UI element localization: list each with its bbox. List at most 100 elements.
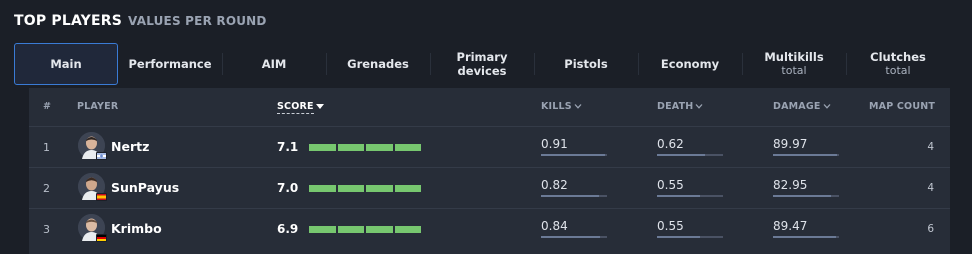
rank-value: 3 [43, 223, 50, 236]
table-header: # PLAYER SCORE KILLS DEATH DAMAGE MAP CO… [29, 88, 950, 126]
score-bar [309, 226, 421, 233]
tab-performance[interactable]: Performance [118, 43, 222, 85]
death-bar-fill [657, 195, 700, 197]
score-bar-segment [337, 185, 364, 192]
score-bar-segment [366, 185, 393, 192]
death-bar [657, 236, 723, 238]
death-value: 0.55 [657, 219, 684, 233]
damage-value: 89.97 [773, 137, 808, 151]
tab-label: Clutches [870, 50, 926, 64]
kills-value: 0.91 [541, 137, 568, 151]
score-bar [309, 185, 421, 192]
section-header: TOP PLAYERS VALUES PER ROUND [14, 13, 267, 29]
death-cell: 0.62 [657, 137, 723, 156]
damage-value: 89.47 [773, 219, 808, 233]
score-value: 7.0 [277, 181, 299, 195]
tab-clutches[interactable]: Clutches total [846, 43, 950, 85]
tab-multikills[interactable]: Multikills total [742, 43, 846, 85]
tab-main[interactable]: Main [14, 43, 118, 85]
kills-value: 0.84 [541, 219, 568, 233]
damage-bar [773, 154, 839, 156]
table-row[interactable]: 3 Krimbo 6.9 0.84 0.55 89.47 6 [29, 208, 950, 249]
tab-economy[interactable]: Economy [638, 43, 742, 85]
column-damage-label: DAMAGE [773, 101, 821, 112]
column-player: PLAYER [77, 101, 119, 112]
kills-cell: 0.84 [541, 219, 607, 238]
page-subtitle: VALUES PER ROUND [128, 14, 267, 28]
kills-bar [541, 236, 607, 238]
tab-sublabel: total [885, 64, 911, 77]
tab-pistols[interactable]: Pistols [534, 43, 638, 85]
rank-value: 2 [43, 182, 50, 195]
death-cell: 0.55 [657, 178, 723, 197]
column-map-count: MAP COUNT [869, 101, 936, 112]
player-name[interactable]: Krimbo [111, 221, 162, 236]
score-value: 6.9 [277, 222, 299, 236]
damage-cell: 82.95 [773, 178, 839, 197]
score-bar-segment [366, 226, 393, 233]
table-row[interactable]: 2 SunPayus 7.0 0.82 0.55 82.95 4 [29, 167, 950, 208]
death-bar [657, 154, 723, 156]
chevron-down-icon [695, 104, 703, 109]
chevron-down-icon [823, 104, 831, 109]
rank-value: 1 [43, 141, 50, 154]
score-bar-segment [309, 144, 336, 151]
sort-desc-icon [315, 104, 324, 109]
tab-label: Multikills [764, 50, 824, 64]
players-table: # PLAYER SCORE KILLS DEATH DAMAGE MAP CO… [29, 88, 950, 254]
kills-bar [541, 154, 607, 156]
tab-sublabel: total [781, 64, 807, 77]
column-death-label: DEATH [657, 101, 694, 112]
score-bar-segment [337, 144, 364, 151]
tab-label: Grenades [347, 57, 409, 71]
flag-germany-icon [96, 234, 107, 242]
column-death[interactable]: DEATH [657, 101, 703, 112]
column-kills[interactable]: KILLS [541, 101, 582, 112]
kills-value: 0.82 [541, 178, 568, 192]
column-score[interactable]: SCORE [277, 101, 324, 114]
player-name[interactable]: SunPayus [111, 180, 179, 195]
flag-spain-icon [96, 193, 107, 201]
tab-grenades[interactable]: Grenades [326, 43, 430, 85]
score-bar-segment [309, 185, 336, 192]
death-value: 0.55 [657, 178, 684, 192]
column-damage[interactable]: DAMAGE [773, 101, 831, 112]
kills-bar-fill [541, 195, 600, 197]
death-bar-fill [657, 154, 706, 156]
tab-label: AIM [261, 57, 287, 71]
damage-bar [773, 195, 839, 197]
map-count-value: 6 [927, 223, 934, 235]
page-title: TOP PLAYERS [14, 13, 123, 29]
kills-cell: 0.82 [541, 178, 607, 197]
damage-bar-fill [773, 236, 837, 238]
map-count-value: 4 [927, 182, 934, 194]
score-bar-segment [394, 185, 421, 192]
player-name[interactable]: Nertz [111, 139, 149, 154]
tab-label: Performance [128, 57, 212, 71]
column-score-label: SCORE [277, 101, 314, 114]
flag-israel-icon [96, 152, 107, 160]
death-cell: 0.55 [657, 219, 723, 238]
column-kills-label: KILLS [541, 101, 572, 112]
damage-bar-fill [773, 195, 832, 197]
score-bar-segment [337, 226, 364, 233]
table-row[interactable]: 1 Nertz 7.1 0.91 0.62 89.97 4 [29, 126, 950, 167]
damage-bar [773, 236, 839, 238]
tab-label: Main [50, 57, 82, 71]
damage-cell: 89.47 [773, 219, 839, 238]
tab-label: Pistols [564, 57, 608, 71]
score-bar [309, 144, 421, 151]
score-bar-segment [394, 144, 421, 151]
damage-bar-fill [773, 154, 838, 156]
tab-primary-devices[interactable]: Primary devices [430, 43, 534, 85]
damage-cell: 89.97 [773, 137, 839, 156]
tab-label: Primary devices [456, 50, 508, 78]
tab-aim[interactable]: AIM [222, 43, 326, 85]
score-bar-segment [366, 144, 393, 151]
death-bar-fill [657, 236, 700, 238]
score-bar-segment [394, 226, 421, 233]
kills-bar-fill [541, 154, 606, 156]
column-rank: # [43, 101, 52, 112]
kills-bar [541, 195, 607, 197]
tab-label: Economy [660, 57, 720, 71]
